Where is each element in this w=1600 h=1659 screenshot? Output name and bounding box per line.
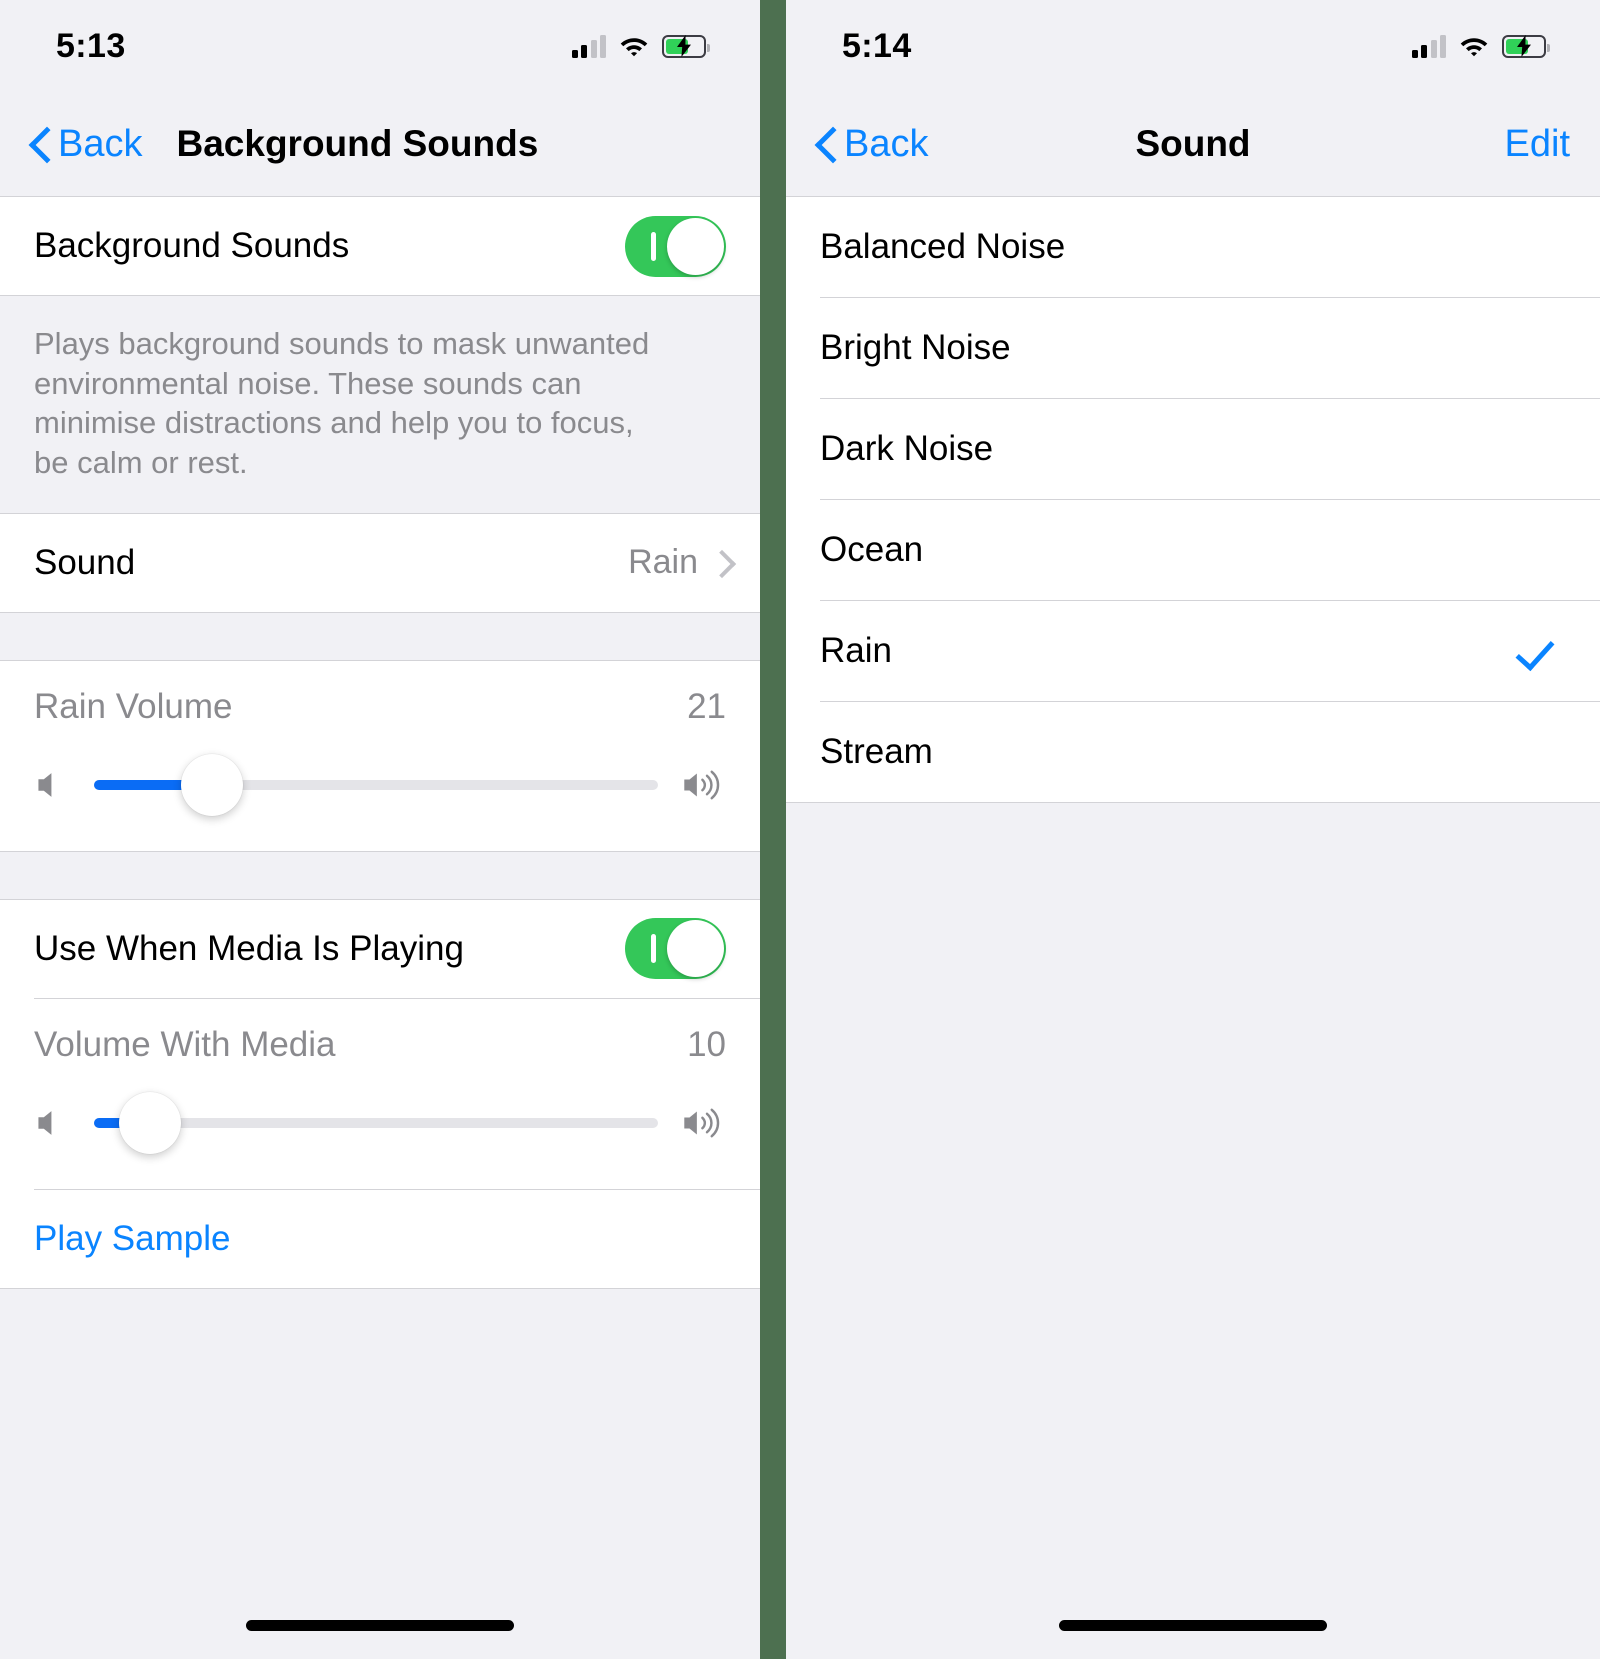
section-gap-1 [0, 612, 760, 660]
status-time: 5:13 [56, 26, 126, 65]
rain-volume-track [94, 779, 658, 790]
list-item-dark-noise[interactable]: Dark Noise [786, 399, 1600, 499]
battery-icon [1502, 34, 1550, 58]
left-phone-screen: 5:13 Back Background Sounds Background S… [0, 0, 760, 1659]
checkmark-icon [1520, 631, 1560, 671]
row-sound-value: Rain [628, 543, 698, 582]
media-volume-label: Volume With Media [34, 1024, 336, 1064]
speaker-high-icon [684, 1108, 720, 1138]
charging-bolt-icon [1517, 35, 1531, 57]
wifi-icon [620, 38, 648, 57]
edit-button[interactable]: Edit [1505, 123, 1570, 166]
list-item-label: Bright Noise [820, 328, 1011, 367]
speaker-low-icon [38, 772, 52, 797]
sound-group: Sound Rain [0, 512, 760, 613]
home-indicator[interactable] [1059, 1620, 1327, 1631]
home-indicator[interactable] [246, 1620, 514, 1631]
rain-volume-block: Rain Volume 21 [0, 661, 760, 851]
row-background-sounds[interactable]: Background Sounds [0, 197, 760, 295]
dual-screenshot-canvas: 5:13 Back Background Sounds Background S… [0, 0, 1600, 1659]
back-button-label: Back [58, 122, 143, 165]
media-volume-block: Volume With Media 10 [0, 999, 760, 1189]
row-use-when-media-playing-label: Use When Media Is Playing [34, 928, 464, 968]
row-sound-label: Sound [34, 542, 136, 582]
wifi-icon [1460, 38, 1488, 57]
row-use-when-media-playing[interactable]: Use When Media Is Playing [0, 900, 760, 998]
toggle-on-mark-icon [651, 934, 656, 964]
back-button-label: Back [844, 122, 929, 165]
back-button[interactable]: Back [816, 123, 928, 166]
media-volume-knob[interactable] [119, 1091, 182, 1154]
background-sounds-group: Background Sounds [0, 196, 760, 296]
list-item-label: Ocean [820, 530, 924, 569]
row-sound[interactable]: Sound Rain [0, 514, 760, 612]
charging-bolt-icon [677, 35, 691, 57]
chevron-left-icon [816, 127, 836, 161]
list-item-bright-noise[interactable]: Bright Noise [786, 298, 1600, 398]
toggle-on-mark-icon [651, 231, 656, 261]
screen-divider [760, 0, 786, 1659]
status-icons [1411, 34, 1550, 58]
signal-bars-icon [1411, 34, 1446, 58]
media-volume-slider[interactable] [94, 1087, 658, 1159]
status-icons [571, 34, 710, 58]
speaker-low-icon [38, 1110, 52, 1135]
list-item-stream[interactable]: Stream [786, 702, 1600, 802]
list-item-rain[interactable]: Rain [786, 601, 1600, 701]
list-item-label: Rain [820, 631, 892, 670]
chevron-right-icon [712, 551, 726, 575]
media-volume-value: 10 [687, 1024, 726, 1064]
left-content: Background Sounds Plays background sound… [0, 196, 760, 1659]
chevron-left-icon [30, 127, 50, 161]
use-when-media-playing-toggle[interactable] [625, 918, 726, 980]
media-group: Use When Media Is Playing Volume With Me… [0, 898, 760, 1289]
play-sample-label: Play Sample [34, 1218, 231, 1258]
status-bar-right: 5:14 [786, 0, 1600, 92]
edit-button-label: Edit [1504, 122, 1570, 165]
list-item-label: Balanced Noise [820, 227, 1066, 266]
sound-options-list: Balanced Noise Bright Noise Dark Noise O… [786, 196, 1600, 803]
nav-bar-right: Back Sound Edit [786, 92, 1600, 196]
rain-volume-knob[interactable] [181, 753, 244, 816]
right-phone-screen: 5:14 Back Sound Edit Balanced Noise Brig… [786, 0, 1600, 1659]
back-button[interactable]: Back [30, 123, 142, 166]
speaker-high-icon [684, 770, 720, 800]
list-item-balanced-noise[interactable]: Balanced Noise [786, 197, 1600, 297]
rain-volume-value: 21 [687, 686, 726, 726]
list-item-label: Dark Noise [820, 429, 994, 468]
toggle-knob [667, 920, 724, 978]
signal-bars-icon [571, 34, 606, 58]
list-item-label: Stream [820, 732, 933, 771]
play-sample-button[interactable]: Play Sample [0, 1190, 760, 1288]
status-bar-left: 5:13 [0, 0, 760, 92]
row-background-sounds-label: Background Sounds [34, 226, 350, 265]
page-title: Background Sounds [176, 123, 539, 164]
rain-volume-group: Rain Volume 21 [0, 659, 760, 852]
rain-volume-slider[interactable] [94, 749, 658, 821]
background-sounds-toggle[interactable] [625, 215, 726, 277]
right-content: Balanced Noise Bright Noise Dark Noise O… [786, 196, 1600, 1659]
list-item-ocean[interactable]: Ocean [786, 500, 1600, 600]
status-time: 5:14 [842, 26, 912, 65]
nav-bar-left: Back Background Sounds [0, 92, 760, 196]
background-sounds-description: Plays background sounds to mask unwanted… [0, 296, 700, 513]
battery-icon [662, 34, 710, 58]
toggle-knob [667, 217, 724, 275]
section-gap-2 [0, 851, 760, 899]
rain-volume-label: Rain Volume [34, 686, 233, 726]
